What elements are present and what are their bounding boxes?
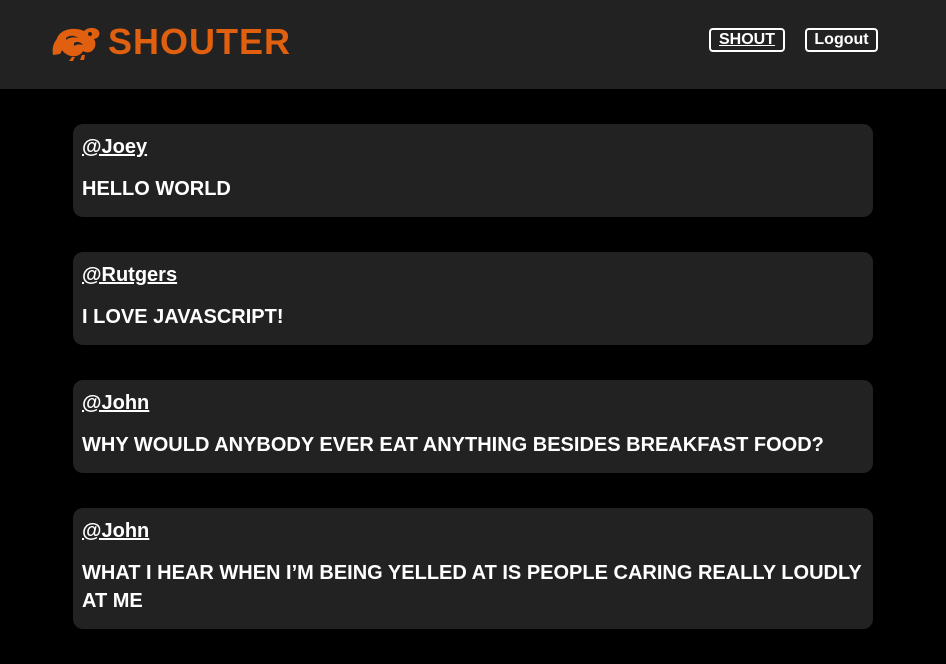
- shout-card: @John WHY WOULD ANYBODY EVER EAT ANYTHIN…: [73, 380, 873, 473]
- shout-card: @John WHAT I HEAR WHEN I’M BEING YELLED …: [73, 508, 873, 629]
- post-message: WHAT I HEAR WHEN I’M BEING YELLED AT IS …: [82, 562, 862, 612]
- post-username-link[interactable]: @Rutgers: [82, 262, 177, 288]
- post-message: I LOVE JAVASCRIPT!: [82, 306, 284, 328]
- shout-card: @Rutgers I LOVE JAVASCRIPT!: [73, 252, 873, 345]
- monkey-icon: [52, 27, 100, 61]
- shout-button[interactable]: SHOUT: [709, 28, 785, 52]
- logout-button[interactable]: Logout: [805, 28, 878, 52]
- shout-feed: @Joey HELLO WORLD @Rutgers I LOVE JAVASC…: [73, 124, 873, 664]
- brand-name: SHOUTER: [108, 21, 292, 62]
- post-message: HELLO WORLD: [82, 178, 231, 200]
- brand-logo[interactable]: SHOUTER: [52, 22, 291, 62]
- post-username-link[interactable]: @John: [82, 518, 149, 544]
- shout-card: @Joey HELLO WORLD: [73, 124, 873, 217]
- post-username-link[interactable]: @Joey: [82, 134, 147, 160]
- post-username-link[interactable]: @John: [82, 390, 149, 416]
- post-message: WHY WOULD ANYBODY EVER EAT ANYTHING BESI…: [82, 434, 824, 456]
- top-bar: SHOUTER SHOUT Logout: [0, 0, 946, 89]
